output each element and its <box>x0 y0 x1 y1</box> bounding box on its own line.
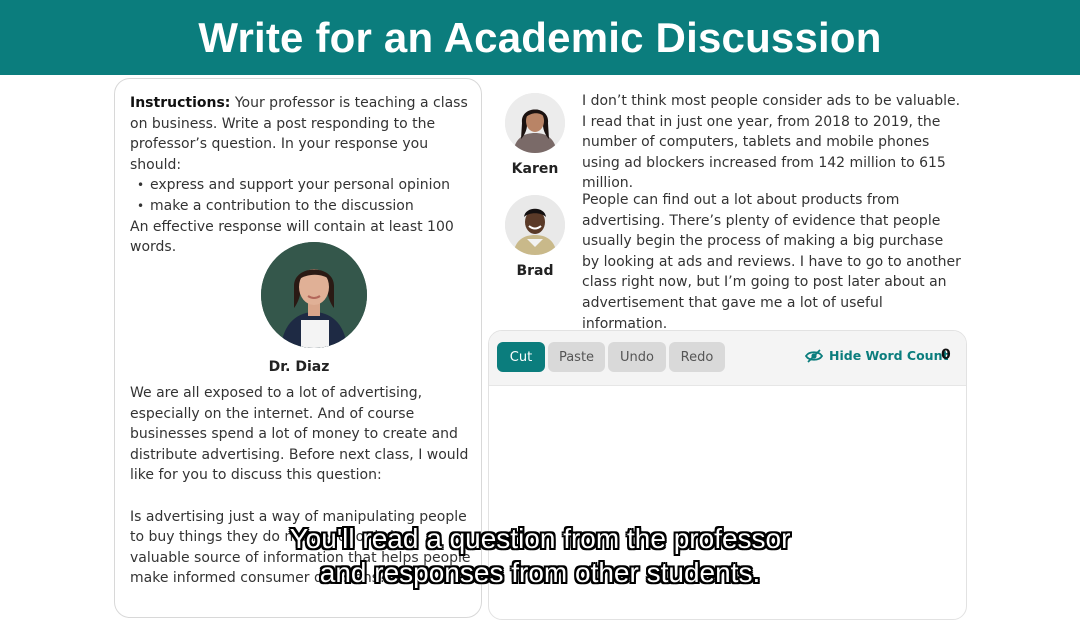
professor-avatar <box>261 242 367 348</box>
student-post: People can find out a lot about products… <box>582 192 961 332</box>
student-post: I don’t think most people consider ads t… <box>582 93 961 192</box>
hide-word-count-label: Hide Word Count <box>829 348 949 363</box>
student-brad: Brad <box>500 195 570 279</box>
professor-photo-icon <box>261 242 367 348</box>
instructions-label: Instructions: <box>130 95 231 111</box>
caption-line: You'll read a question from the professo… <box>289 523 791 554</box>
word-count: 0 <box>941 347 951 363</box>
karen-photo-icon <box>505 93 565 153</box>
header-bar: Write for an Academic Discussion <box>0 0 1080 75</box>
redo-button[interactable]: Redo <box>669 342 725 372</box>
instructions-bullet: make a contribution to the discussion <box>137 196 475 217</box>
hide-word-count-toggle[interactable]: Hide Word Count <box>805 348 948 363</box>
editor-toolbar: Cut Paste Undo Redo Hide Word Count 0 <box>489 331 966 386</box>
student-name: Karen <box>511 161 559 177</box>
professor-paragraph: We are all exposed to a lot of advertisi… <box>130 385 469 484</box>
student-karen: Karen <box>500 93 570 177</box>
eye-slash-icon <box>805 348 823 363</box>
brad-photo-icon <box>505 195 565 255</box>
student-name: Brad <box>516 263 554 279</box>
paste-button[interactable]: Paste <box>548 342 605 372</box>
student-avatar <box>505 195 565 255</box>
professor-name: Dr. Diaz <box>268 359 330 375</box>
undo-button[interactable]: Undo <box>608 342 666 372</box>
video-caption: You'll read a question from the professo… <box>0 522 1080 590</box>
instructions: Instructions: Your professor is teaching… <box>130 93 475 258</box>
instructions-list: express and support your personal opinio… <box>130 175 475 216</box>
instructions-bullet: express and support your personal opinio… <box>137 175 475 196</box>
page-title: Write for an Academic Discussion <box>198 13 882 61</box>
student-avatar <box>505 93 565 153</box>
cut-button[interactable]: Cut <box>497 342 545 372</box>
caption-line: and responses from other students. <box>319 557 761 588</box>
